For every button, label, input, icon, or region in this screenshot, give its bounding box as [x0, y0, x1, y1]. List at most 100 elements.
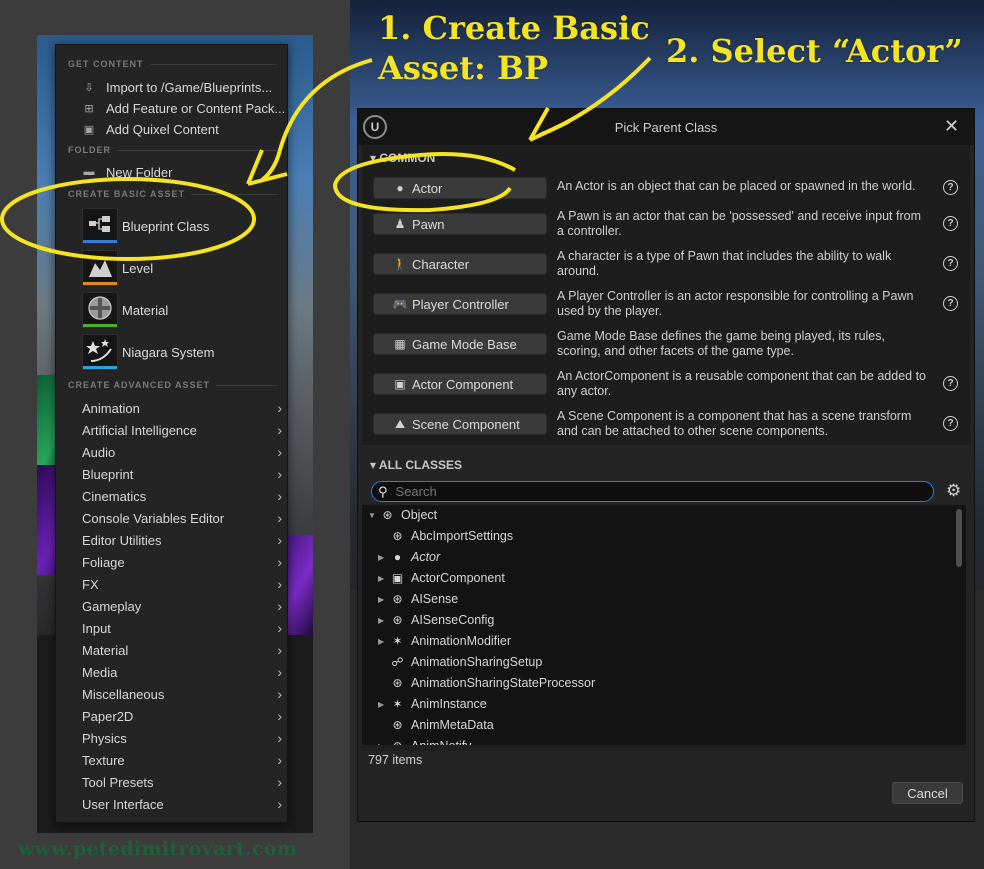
expand-arrow-icon[interactable]: ▶ [378, 700, 390, 709]
tree-row[interactable]: ▶ ✶ AnimInstance [378, 694, 487, 714]
tree-row[interactable]: ⊛ AbcImportSettings [378, 526, 513, 546]
class-description: Game Mode Base defines the game being pl… [557, 329, 885, 358]
advanced-asset-item[interactable]: Artificial Intelligence › [82, 420, 282, 440]
advanced-asset-item[interactable]: Input › [82, 618, 282, 638]
expand-arrow-icon[interactable]: ▶ [378, 616, 390, 625]
tree-row[interactable]: ▼ ⊛ Object [368, 505, 437, 525]
tree-row[interactable]: ☍ AnimationSharingSetup [378, 652, 542, 672]
menu-item-add-feature-pack[interactable]: ⊞ Add Feature or Content Pack... [82, 99, 285, 117]
advanced-asset-item[interactable]: Tool Presets › [82, 772, 282, 792]
actor-icon: ● [393, 550, 402, 564]
chevron-right-icon: › [277, 774, 282, 790]
advanced-asset-item[interactable]: FX › [82, 574, 282, 594]
advanced-asset-item[interactable]: Gameplay › [82, 596, 282, 616]
folder-icon: ▬ [83, 166, 95, 178]
tree-row-label: Object [401, 508, 438, 522]
annotation-step1-line2: Asset: BP [378, 49, 549, 87]
class-tree: ▼ ⊛ Object ⊛ AbcImportSettings ▶ ● Actor ▶ ▣ Actor… [362, 505, 966, 751]
advanced-asset-item[interactable]: Blueprint › [82, 464, 282, 484]
expand-arrow-icon[interactable]: ▶ [378, 637, 390, 646]
expand-arrow-open-icon[interactable]: ▼ [368, 511, 380, 520]
help-icon[interactable]: ? [943, 376, 958, 391]
advanced-asset-item[interactable]: Miscellaneous › [82, 684, 282, 704]
tree-row-label: AnimationModifier [411, 634, 512, 648]
class-button-actor-component[interactable]: ▣ Actor Component [373, 373, 547, 395]
class-button-pawn[interactable]: ♟ Pawn [373, 213, 547, 235]
search-input[interactable] [395, 484, 896, 499]
advanced-asset-item[interactable]: Material › [82, 640, 282, 660]
advanced-asset-item[interactable]: Cinematics › [82, 486, 282, 506]
class-button-character[interactable]: 🚶 Character [373, 253, 547, 275]
object-icon: ⊛ [392, 592, 403, 606]
gear-icon[interactable]: ⚙ [946, 481, 961, 501]
class-button-player-controller[interactable]: 🎮 Player Controller [373, 293, 547, 315]
basic-asset-level[interactable]: Level [82, 249, 153, 287]
chevron-right-icon: › [277, 422, 282, 438]
advanced-asset-item[interactable]: Texture › [82, 750, 282, 770]
advanced-asset-item[interactable]: User Interface › [82, 794, 282, 814]
chevron-right-icon: › [277, 488, 282, 504]
help-icon[interactable]: ? [943, 180, 958, 195]
tree-scrollbar[interactable] [956, 509, 962, 567]
tree-row[interactable]: ▶ ⊛ AISense [378, 589, 458, 609]
class-button-actor[interactable]: ● Actor [373, 177, 547, 199]
tree-row-label: AnimInstance [411, 697, 487, 711]
all-classes-section-header[interactable]: ▾ ALL CLASSES [370, 458, 462, 472]
chevron-right-icon: › [277, 796, 282, 812]
help-icon[interactable]: ? [943, 416, 958, 431]
scene-component-icon: ⛰ [394, 416, 406, 431]
advanced-asset-label: Foliage [82, 554, 125, 570]
class-button-game-mode-base[interactable]: ▦ Game Mode Base [373, 333, 547, 355]
advanced-asset-label: Editor Utilities [82, 532, 162, 548]
advanced-asset-label: Console Variables Editor [82, 510, 225, 526]
common-section-header[interactable]: ▾ COMMON [370, 151, 435, 165]
tree-row[interactable]: ▶ ⊛ AISenseConfig [378, 610, 494, 630]
help-icon[interactable]: ? [943, 296, 958, 311]
class-button-label: Pawn [412, 216, 445, 232]
expand-arrow-icon[interactable]: ▶ [378, 553, 390, 562]
class-button-label: Character [412, 256, 470, 272]
expand-arrow-icon[interactable]: ▶ [378, 574, 390, 583]
basic-asset-blueprint-class[interactable]: Blueprint Class [82, 207, 209, 245]
help-icon[interactable]: ? [943, 216, 958, 231]
advanced-asset-item[interactable]: Animation › [82, 398, 282, 418]
advanced-asset-item[interactable]: Foliage › [82, 552, 282, 572]
tree-row[interactable]: ⊛ AnimationSharingStateProcessor [378, 673, 595, 693]
tree-row[interactable]: ⊛ AnimMetaData [378, 715, 494, 735]
class-button-scene-component[interactable]: ⛰ Scene Component [373, 413, 547, 435]
chevron-right-icon: › [277, 554, 282, 570]
items-count: 797 items [368, 753, 423, 767]
advanced-asset-item[interactable]: Media › [82, 662, 282, 682]
object-icon: ⊛ [392, 613, 403, 627]
tree-row-label: AISenseConfig [411, 613, 495, 627]
tree-row[interactable]: ▶ ▣ ActorComponent [378, 568, 505, 588]
menu-item-add-quixel[interactable]: ▣ Add Quixel Content [82, 120, 219, 138]
class-description: A Player Controller is an actor responsi… [557, 289, 914, 318]
pawn-icon: ♟ [394, 217, 406, 231]
basic-asset-niagara-system[interactable]: Niagara System [82, 333, 214, 371]
help-icon[interactable]: ? [943, 256, 958, 271]
chevron-right-icon: › [277, 466, 282, 482]
basic-asset-material[interactable]: Material [82, 291, 168, 329]
menu-item-new-folder[interactable]: ▬ New Folder [82, 163, 173, 181]
tree-row-label: AnimMetaData [411, 718, 494, 732]
class-button-label: Actor Component [412, 376, 514, 392]
close-icon[interactable]: ✕ [944, 116, 959, 137]
class-search-box[interactable]: ⚲ [371, 481, 934, 502]
menu-item-import[interactable]: ⇩ Import to /Game/Blueprints... [82, 78, 272, 96]
tree-row[interactable]: ▶ ● Actor [378, 547, 440, 567]
advanced-asset-item[interactable]: Physics › [82, 728, 282, 748]
chevron-right-icon: › [277, 642, 282, 658]
advanced-asset-item[interactable]: Audio › [82, 442, 282, 462]
advanced-asset-item[interactable]: Paper2D › [82, 706, 282, 726]
actor-icon: ● [396, 181, 404, 195]
advanced-asset-item[interactable]: Console Variables Editor › [82, 508, 282, 528]
advanced-asset-item[interactable]: Editor Utilities › [82, 530, 282, 550]
tree-row[interactable]: ▶ ✶ AnimationModifier [378, 631, 511, 651]
cancel-button[interactable]: Cancel [892, 782, 963, 804]
tree-horizontal-scrollbar[interactable] [362, 745, 966, 751]
expand-arrow-icon[interactable]: ▶ [378, 595, 390, 604]
advanced-asset-label: Material [82, 642, 129, 658]
chevron-right-icon: › [277, 664, 282, 680]
actor-component-icon: ▣ [391, 571, 404, 585]
